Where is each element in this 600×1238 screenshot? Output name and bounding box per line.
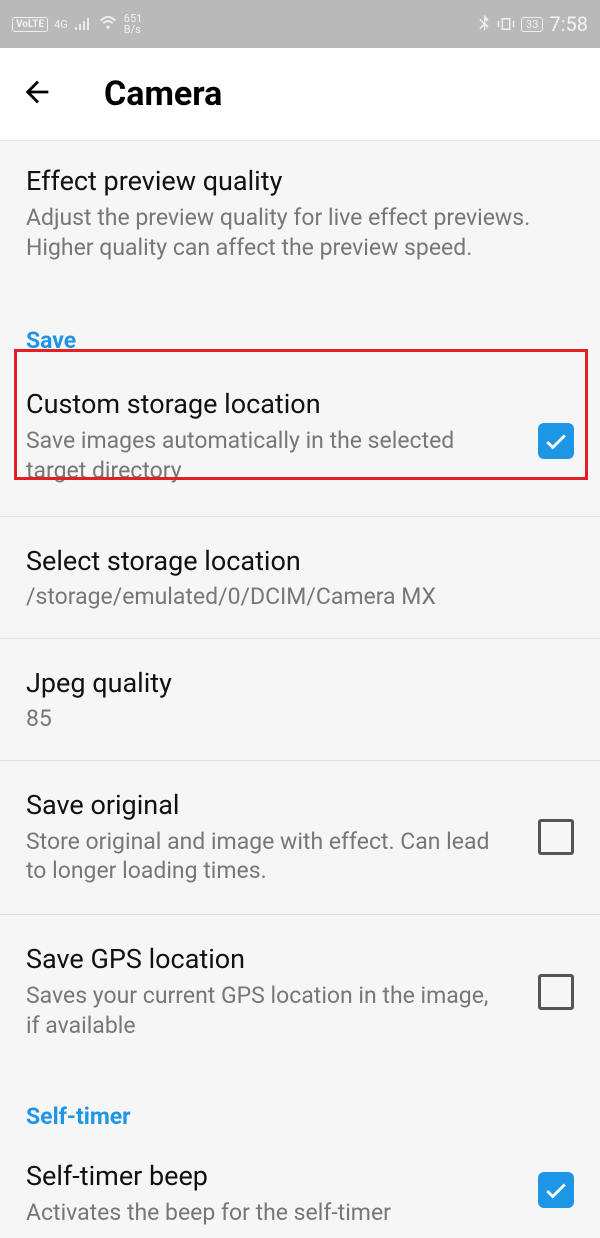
status-right: 33 7:58 [477, 12, 588, 36]
item-value: 85 [26, 705, 574, 732]
item-title: Self-timer beep [26, 1160, 574, 1192]
arrow-left-icon [20, 75, 54, 109]
item-title: Custom storage location [26, 388, 574, 420]
check-icon [543, 428, 569, 454]
check-icon [543, 1177, 569, 1203]
status-left: VoLTE 4G 651 B/s [12, 13, 142, 35]
custom-storage-location-item[interactable]: Custom storage location Save images auto… [0, 366, 600, 517]
item-title: Select storage location [26, 545, 574, 577]
jpeg-quality-item[interactable]: Jpeg quality 85 [0, 639, 600, 761]
item-desc: Saves your current GPS location in the i… [26, 981, 574, 1041]
save-gps-location-item[interactable]: Save GPS location Saves your current GPS… [0, 915, 600, 1069]
battery-icon: 33 [521, 17, 543, 32]
save-gps-checkbox[interactable] [538, 974, 574, 1010]
custom-storage-checkbox[interactable] [538, 423, 574, 459]
page-title: Camera [104, 74, 222, 114]
signal-4g-icon: 4G [54, 18, 68, 31]
effect-preview-quality-item[interactable]: Effect preview quality Adjust the previe… [0, 141, 600, 287]
signal-icon [74, 17, 92, 31]
settings-list: Effect preview quality Adjust the previe… [0, 141, 600, 1238]
back-button[interactable] [20, 75, 54, 113]
self-timer-beep-item[interactable]: Self-timer beep Activates the beep for t… [0, 1142, 600, 1238]
section-header-save: Save [0, 287, 600, 366]
item-title: Jpeg quality [26, 667, 574, 699]
wifi-icon [98, 16, 118, 32]
item-desc: Save images automatically in the selecte… [26, 426, 574, 486]
bluetooth-icon [477, 15, 491, 33]
save-original-item[interactable]: Save original Store original and image w… [0, 761, 600, 916]
item-desc: Store original and image with effect. Ca… [26, 827, 574, 887]
item-title: Save original [26, 789, 574, 821]
item-title: Effect preview quality [26, 165, 574, 197]
save-original-checkbox[interactable] [538, 819, 574, 855]
self-timer-beep-checkbox[interactable] [538, 1172, 574, 1208]
volte-icon: VoLTE [12, 17, 48, 32]
section-header-self-timer: Self-timer [0, 1069, 600, 1142]
wifi-speed: 651 B/s [124, 13, 143, 35]
select-storage-location-item[interactable]: Select storage location /storage/emulate… [0, 517, 600, 639]
status-bar: VoLTE 4G 651 B/s 33 7:58 [0, 0, 600, 48]
app-header: Camera [0, 48, 600, 141]
item-value: /storage/emulated/0/DCIM/Camera MX [26, 583, 574, 610]
item-desc: Activates the beep for the self-timer [26, 1198, 574, 1228]
vibrate-icon [497, 15, 515, 33]
status-time: 7:58 [549, 12, 588, 36]
item-title: Save GPS location [26, 943, 574, 975]
item-desc: Adjust the preview quality for live effe… [26, 203, 574, 263]
